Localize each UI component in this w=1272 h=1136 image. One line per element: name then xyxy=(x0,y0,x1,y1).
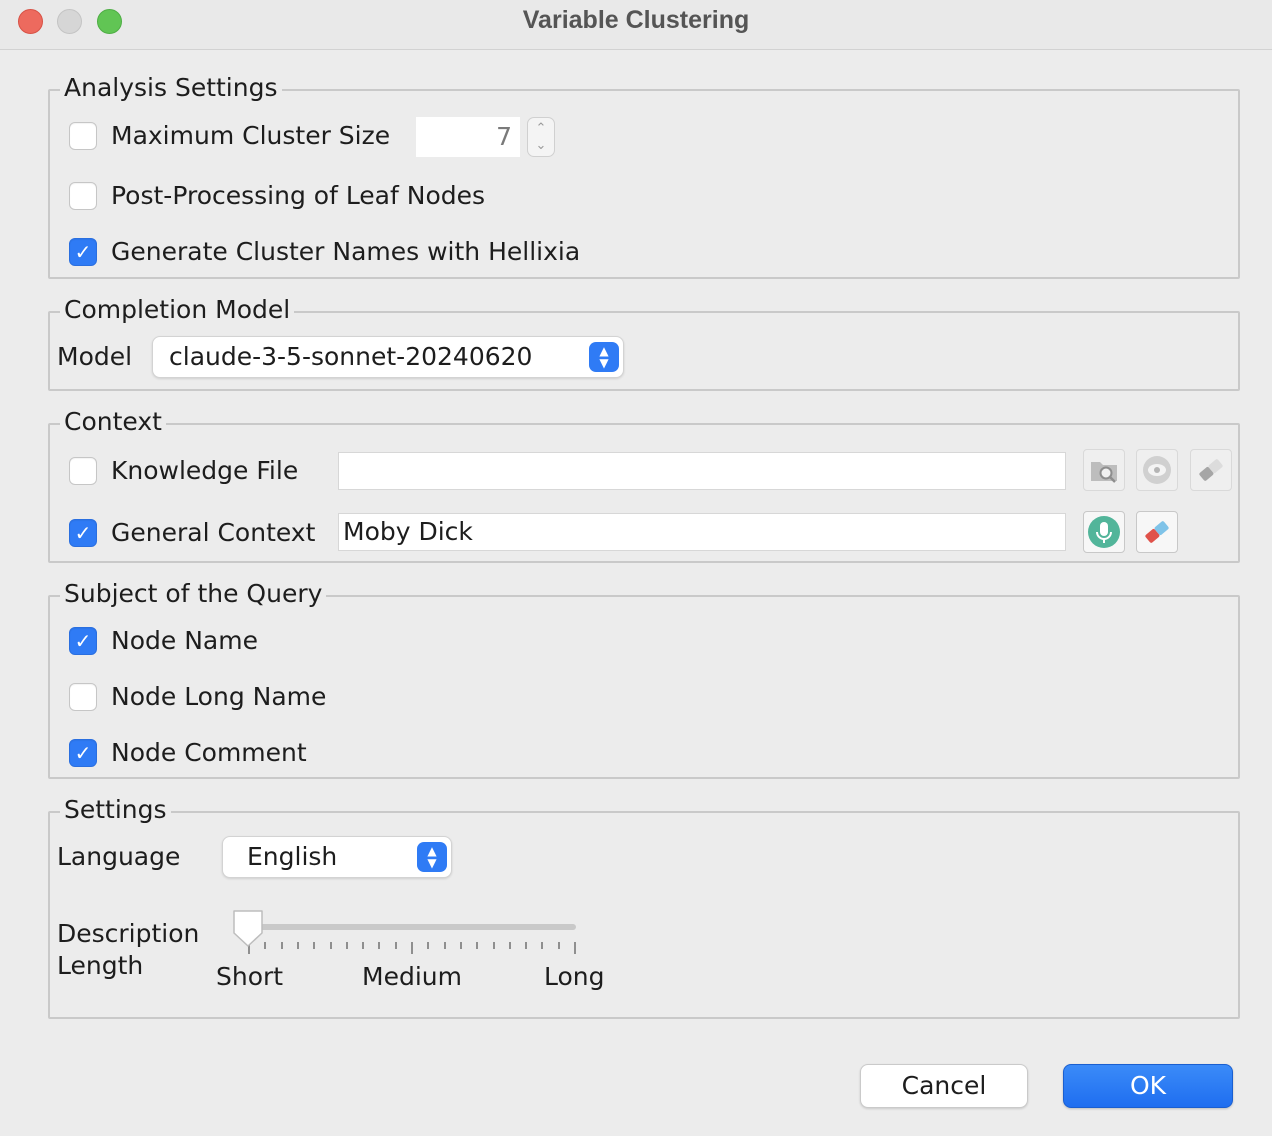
checkmark-icon: ✓ xyxy=(74,628,92,653)
checkmark-icon: ✓ xyxy=(74,520,92,545)
eraser-icon xyxy=(1145,521,1169,543)
checkmark-icon: ✓ xyxy=(74,239,92,264)
settings-legend: Settings xyxy=(60,793,171,827)
cancel-button[interactable]: Cancel xyxy=(860,1064,1028,1108)
node-name-row: ✓ Node Name xyxy=(69,626,258,655)
slider-tick xyxy=(427,942,430,949)
slider-tick xyxy=(508,942,511,949)
slider-tick xyxy=(329,942,332,949)
slider-tick xyxy=(541,942,544,949)
node-long-name-row: Node Long Name xyxy=(69,682,326,711)
knowledge-file-checkbox[interactable] xyxy=(69,456,97,485)
max-cluster-size-label: Maximum Cluster Size xyxy=(111,121,391,150)
context-legend: Context xyxy=(60,405,166,439)
generate-names-checkbox[interactable]: ✓ xyxy=(69,237,97,266)
microphone-icon xyxy=(1088,516,1120,548)
node-long-name-checkbox[interactable] xyxy=(69,682,97,711)
slider-tick xyxy=(394,942,397,949)
node-comment-row: ✓ Node Comment xyxy=(69,738,307,767)
max-cluster-size-stepper[interactable]: ⌃ ⌄ xyxy=(527,117,555,157)
updown-arrows-icon: ▲ ▼ xyxy=(417,842,447,872)
slider-tick xyxy=(492,942,495,949)
node-comment-checkbox[interactable]: ✓ xyxy=(69,738,97,767)
slider-tick xyxy=(459,942,462,949)
slider-tick xyxy=(411,942,413,954)
general-context-label: General Context xyxy=(111,518,316,547)
subject-legend: Subject of the Query xyxy=(60,577,327,611)
node-comment-label: Node Comment xyxy=(111,738,307,767)
slider-tick xyxy=(574,942,576,954)
language-label: Language xyxy=(57,842,181,871)
model-label: Model xyxy=(57,342,133,371)
updown-arrows-icon: ▲ ▼ xyxy=(589,342,619,372)
max-cluster-size-checkbox[interactable] xyxy=(69,121,97,150)
slider-tick xyxy=(378,942,381,949)
slider-tick xyxy=(280,942,283,949)
clear-context-button[interactable] xyxy=(1136,511,1178,553)
slider-label-short: Short xyxy=(216,962,284,991)
slider-tick xyxy=(362,942,365,949)
slider-tick xyxy=(525,942,528,949)
post-processing-row: Post-Processing of Leaf Nodes xyxy=(69,181,485,210)
knowledge-file-row: Knowledge File xyxy=(69,456,298,485)
node-long-name-label: Node Long Name xyxy=(111,682,327,711)
knowledge-file-field[interactable] xyxy=(338,452,1066,490)
general-context-checkbox[interactable]: ✓ xyxy=(69,518,97,547)
chevron-down-icon[interactable]: ⌄ xyxy=(536,137,547,154)
slider-tick xyxy=(476,942,479,949)
post-processing-label: Post-Processing of Leaf Nodes xyxy=(111,181,486,210)
clear-file-button[interactable] xyxy=(1190,449,1232,491)
view-file-button[interactable] xyxy=(1136,449,1178,491)
model-select-value: claude-3-5-sonnet-20240620 xyxy=(169,342,533,371)
description-label-line1: Description xyxy=(57,919,200,948)
slider-tick xyxy=(443,942,446,949)
description-length-slider-thumb[interactable] xyxy=(231,908,265,948)
dictate-button[interactable] xyxy=(1083,511,1125,553)
slider-tick xyxy=(557,942,560,949)
max-cluster-size-input[interactable]: 7 xyxy=(416,117,520,157)
slider-label-medium: Medium xyxy=(362,962,462,991)
language-select-value: English xyxy=(247,842,338,871)
general-context-field[interactable]: Moby Dick xyxy=(338,513,1066,551)
max-cluster-size-row: Maximum Cluster Size xyxy=(69,121,390,150)
node-name-label: Node Name xyxy=(111,626,258,655)
window-title: Variable Clustering xyxy=(522,6,750,34)
browse-file-button[interactable] xyxy=(1083,449,1125,491)
eye-icon xyxy=(1143,456,1171,484)
completion-model-legend: Completion Model xyxy=(60,293,295,327)
general-context-row: ✓ General Context xyxy=(69,518,315,547)
description-label-line2: Length xyxy=(57,951,144,980)
knowledge-file-label: Knowledge File xyxy=(111,456,299,485)
generate-names-row: ✓ Generate Cluster Names with Hellixia xyxy=(69,237,580,266)
slider-tick xyxy=(296,942,299,949)
folder-search-icon xyxy=(1091,462,1117,483)
slider-label-long: Long xyxy=(544,962,605,991)
checkmark-icon: ✓ xyxy=(74,740,92,765)
language-select[interactable]: English ▲ ▼ xyxy=(222,836,452,878)
model-select[interactable]: claude-3-5-sonnet-20240620 ▲ ▼ xyxy=(152,336,624,378)
slider-tick xyxy=(345,942,348,949)
chevron-up-icon[interactable]: ⌃ xyxy=(536,120,547,137)
description-length-slider-track[interactable] xyxy=(238,924,576,930)
eraser-icon xyxy=(1199,459,1223,481)
node-name-checkbox[interactable]: ✓ xyxy=(69,626,97,655)
slider-tick xyxy=(313,942,316,949)
title-bar: Variable Clustering xyxy=(0,0,1272,50)
post-processing-checkbox[interactable] xyxy=(69,181,97,210)
ok-button[interactable]: OK xyxy=(1063,1064,1233,1108)
analysis-settings-legend: Analysis Settings xyxy=(60,71,282,105)
generate-names-label: Generate Cluster Names with Hellixia xyxy=(111,237,581,266)
